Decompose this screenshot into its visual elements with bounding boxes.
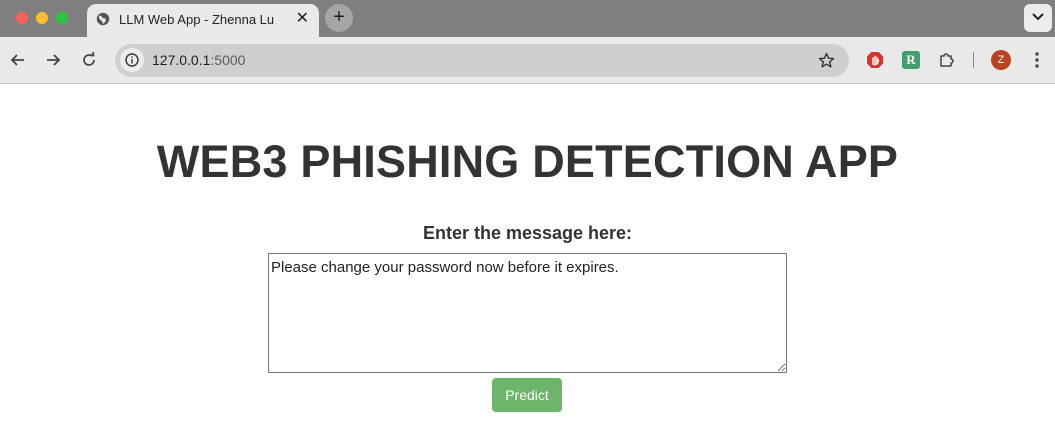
page-content: WEB3 PHISHING DETECTION APP Enter the me… [0,84,1055,431]
browser-toolbar: 127.0.0.1:5000 R Z [0,37,1055,84]
plus-icon: + [333,6,345,28]
site-info-button[interactable] [120,48,144,72]
arrow-left-icon [10,54,24,66]
info-icon [125,53,139,67]
browser-tab-strip: LLM Web App - Zhenna Lu ✕ + [0,0,1055,37]
r-extension-icon[interactable]: R [902,51,920,69]
browser-menu-button[interactable] [1030,50,1044,70]
url-host: 127.0.0.1 [152,52,211,68]
minimize-window-button[interactable] [36,12,48,24]
reload-icon [83,51,95,66]
globe-icon [96,12,110,26]
close-icon[interactable]: ✕ [296,10,309,28]
browser-tab[interactable]: LLM Web App - Zhenna Lu ✕ [87,4,319,37]
star-icon [818,52,835,68]
reload-button[interactable] [79,50,99,70]
new-tab-button[interactable]: + [325,4,353,32]
tab-title: LLM Web App - Zhenna Lu [119,12,275,27]
extensions-button[interactable] [938,51,956,69]
arrow-right-icon [47,54,61,66]
back-button[interactable] [8,50,28,70]
chevron-down-icon [1032,13,1044,21]
url-port: :5000 [210,52,246,68]
profile-avatar[interactable]: Z [991,50,1011,70]
message-input[interactable]: Please change your password now before i… [268,253,787,373]
tab-search-button[interactable] [1024,4,1052,32]
close-window-button[interactable] [16,12,28,24]
puzzle-icon [940,53,954,67]
message-label: Enter the message here: [422,223,633,243]
address-bar[interactable]: 127.0.0.1:5000 [115,44,849,77]
forward-button[interactable] [43,50,63,70]
predict-button[interactable]: Predict [492,378,562,412]
bookmark-button[interactable] [818,52,835,74]
url-text: 127.0.0.1:5000 [152,52,245,68]
zoom-window-button[interactable] [56,12,68,24]
toolbar-divider [973,52,974,68]
kebab-menu-icon [1035,52,1039,68]
page-title: WEB3 PHISHING DETECTION APP [156,136,899,187]
stop-hand-extension-icon[interactable] [866,51,884,69]
